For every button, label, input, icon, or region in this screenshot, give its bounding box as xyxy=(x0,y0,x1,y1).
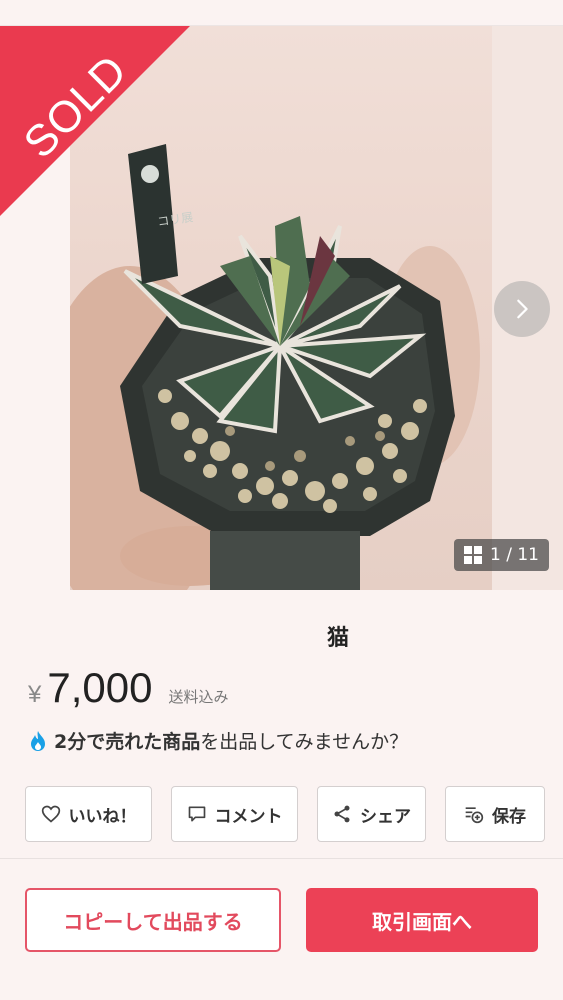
promo-bold-text: 2分で売れた商品 xyxy=(54,731,201,753)
image-counter-text: 1 / 11 xyxy=(490,545,539,565)
heart-icon xyxy=(41,805,60,823)
product-title: 猫 xyxy=(326,626,349,651)
save-list-icon xyxy=(465,807,484,824)
promo-rest-text: を出品してみませんか？ xyxy=(200,731,409,753)
copy-and-list-button[interactable]: コピーして出品する xyxy=(25,888,281,952)
image-gallery[interactable]: コリ展 SOLD 1 / 11 xyxy=(0,26,563,590)
price-value: 7,000 xyxy=(47,664,153,711)
price-row: ¥ 7,000 送料込み xyxy=(28,664,228,712)
promo-message[interactable]: 2分で売れた商品を出品してみませんか？ xyxy=(28,727,408,754)
like-button[interactable]: いいね！ xyxy=(25,786,152,842)
chevron-right-icon xyxy=(517,299,528,319)
like-label: いいね！ xyxy=(68,806,137,827)
currency-symbol: ¥ xyxy=(28,681,42,708)
share-icon xyxy=(334,805,350,823)
image-counter: 1 / 11 xyxy=(454,539,549,571)
shipping-label: 送料込み xyxy=(168,688,229,706)
next-image-button[interactable] xyxy=(494,281,550,337)
fire-icon xyxy=(31,730,45,751)
action-bar: いいね！ コメント シェア 保存 xyxy=(25,786,545,842)
share-label: シェア xyxy=(360,806,411,827)
status-bar xyxy=(0,0,563,26)
go-to-transaction-button[interactable]: 取引画面へ xyxy=(306,888,538,952)
divider xyxy=(0,858,563,859)
save-label: 保存 xyxy=(492,806,526,827)
comment-button[interactable]: コメント xyxy=(171,786,298,842)
comment-label: コメント xyxy=(214,806,283,827)
comment-icon xyxy=(188,806,205,822)
share-button[interactable]: シェア xyxy=(317,786,426,842)
grid-icon xyxy=(464,546,482,564)
save-button[interactable]: 保存 xyxy=(445,786,545,842)
